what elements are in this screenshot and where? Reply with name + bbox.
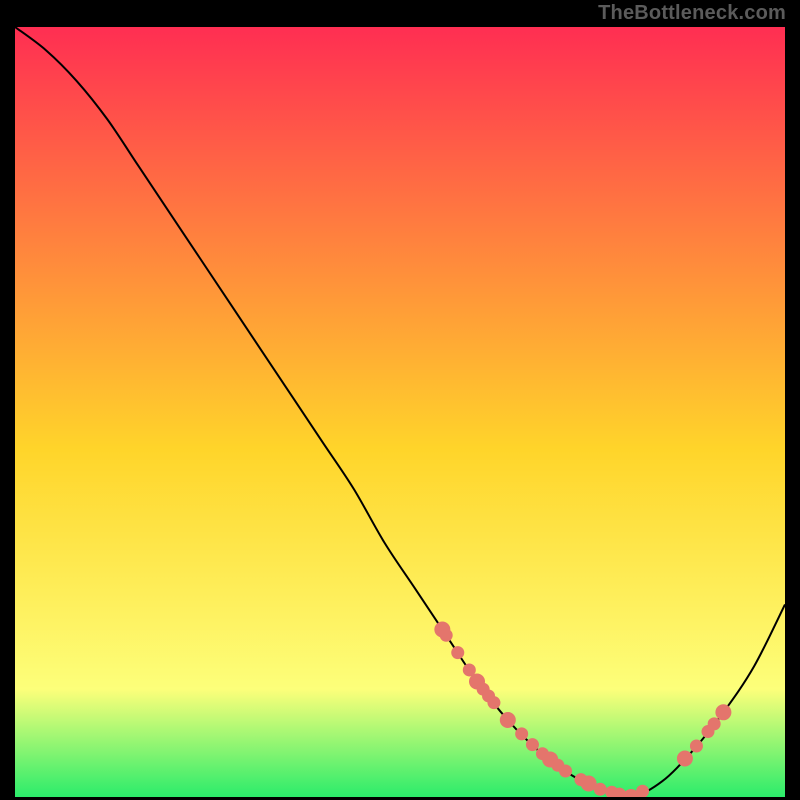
plot-svg (15, 27, 785, 797)
data-marker (515, 727, 528, 740)
chart-stage: TheBottleneck.com (0, 0, 800, 800)
attribution-text: TheBottleneck.com (598, 2, 786, 25)
data-marker (594, 783, 607, 796)
gradient-background (15, 27, 785, 797)
data-marker (690, 739, 703, 752)
data-marker (708, 717, 721, 730)
data-marker (677, 751, 693, 767)
plot-area (15, 27, 785, 797)
data-marker (500, 712, 516, 728)
data-marker (451, 646, 464, 659)
data-marker (526, 738, 539, 751)
data-marker (715, 704, 731, 720)
data-marker (559, 765, 572, 778)
data-marker (487, 696, 500, 709)
data-marker (440, 629, 453, 642)
